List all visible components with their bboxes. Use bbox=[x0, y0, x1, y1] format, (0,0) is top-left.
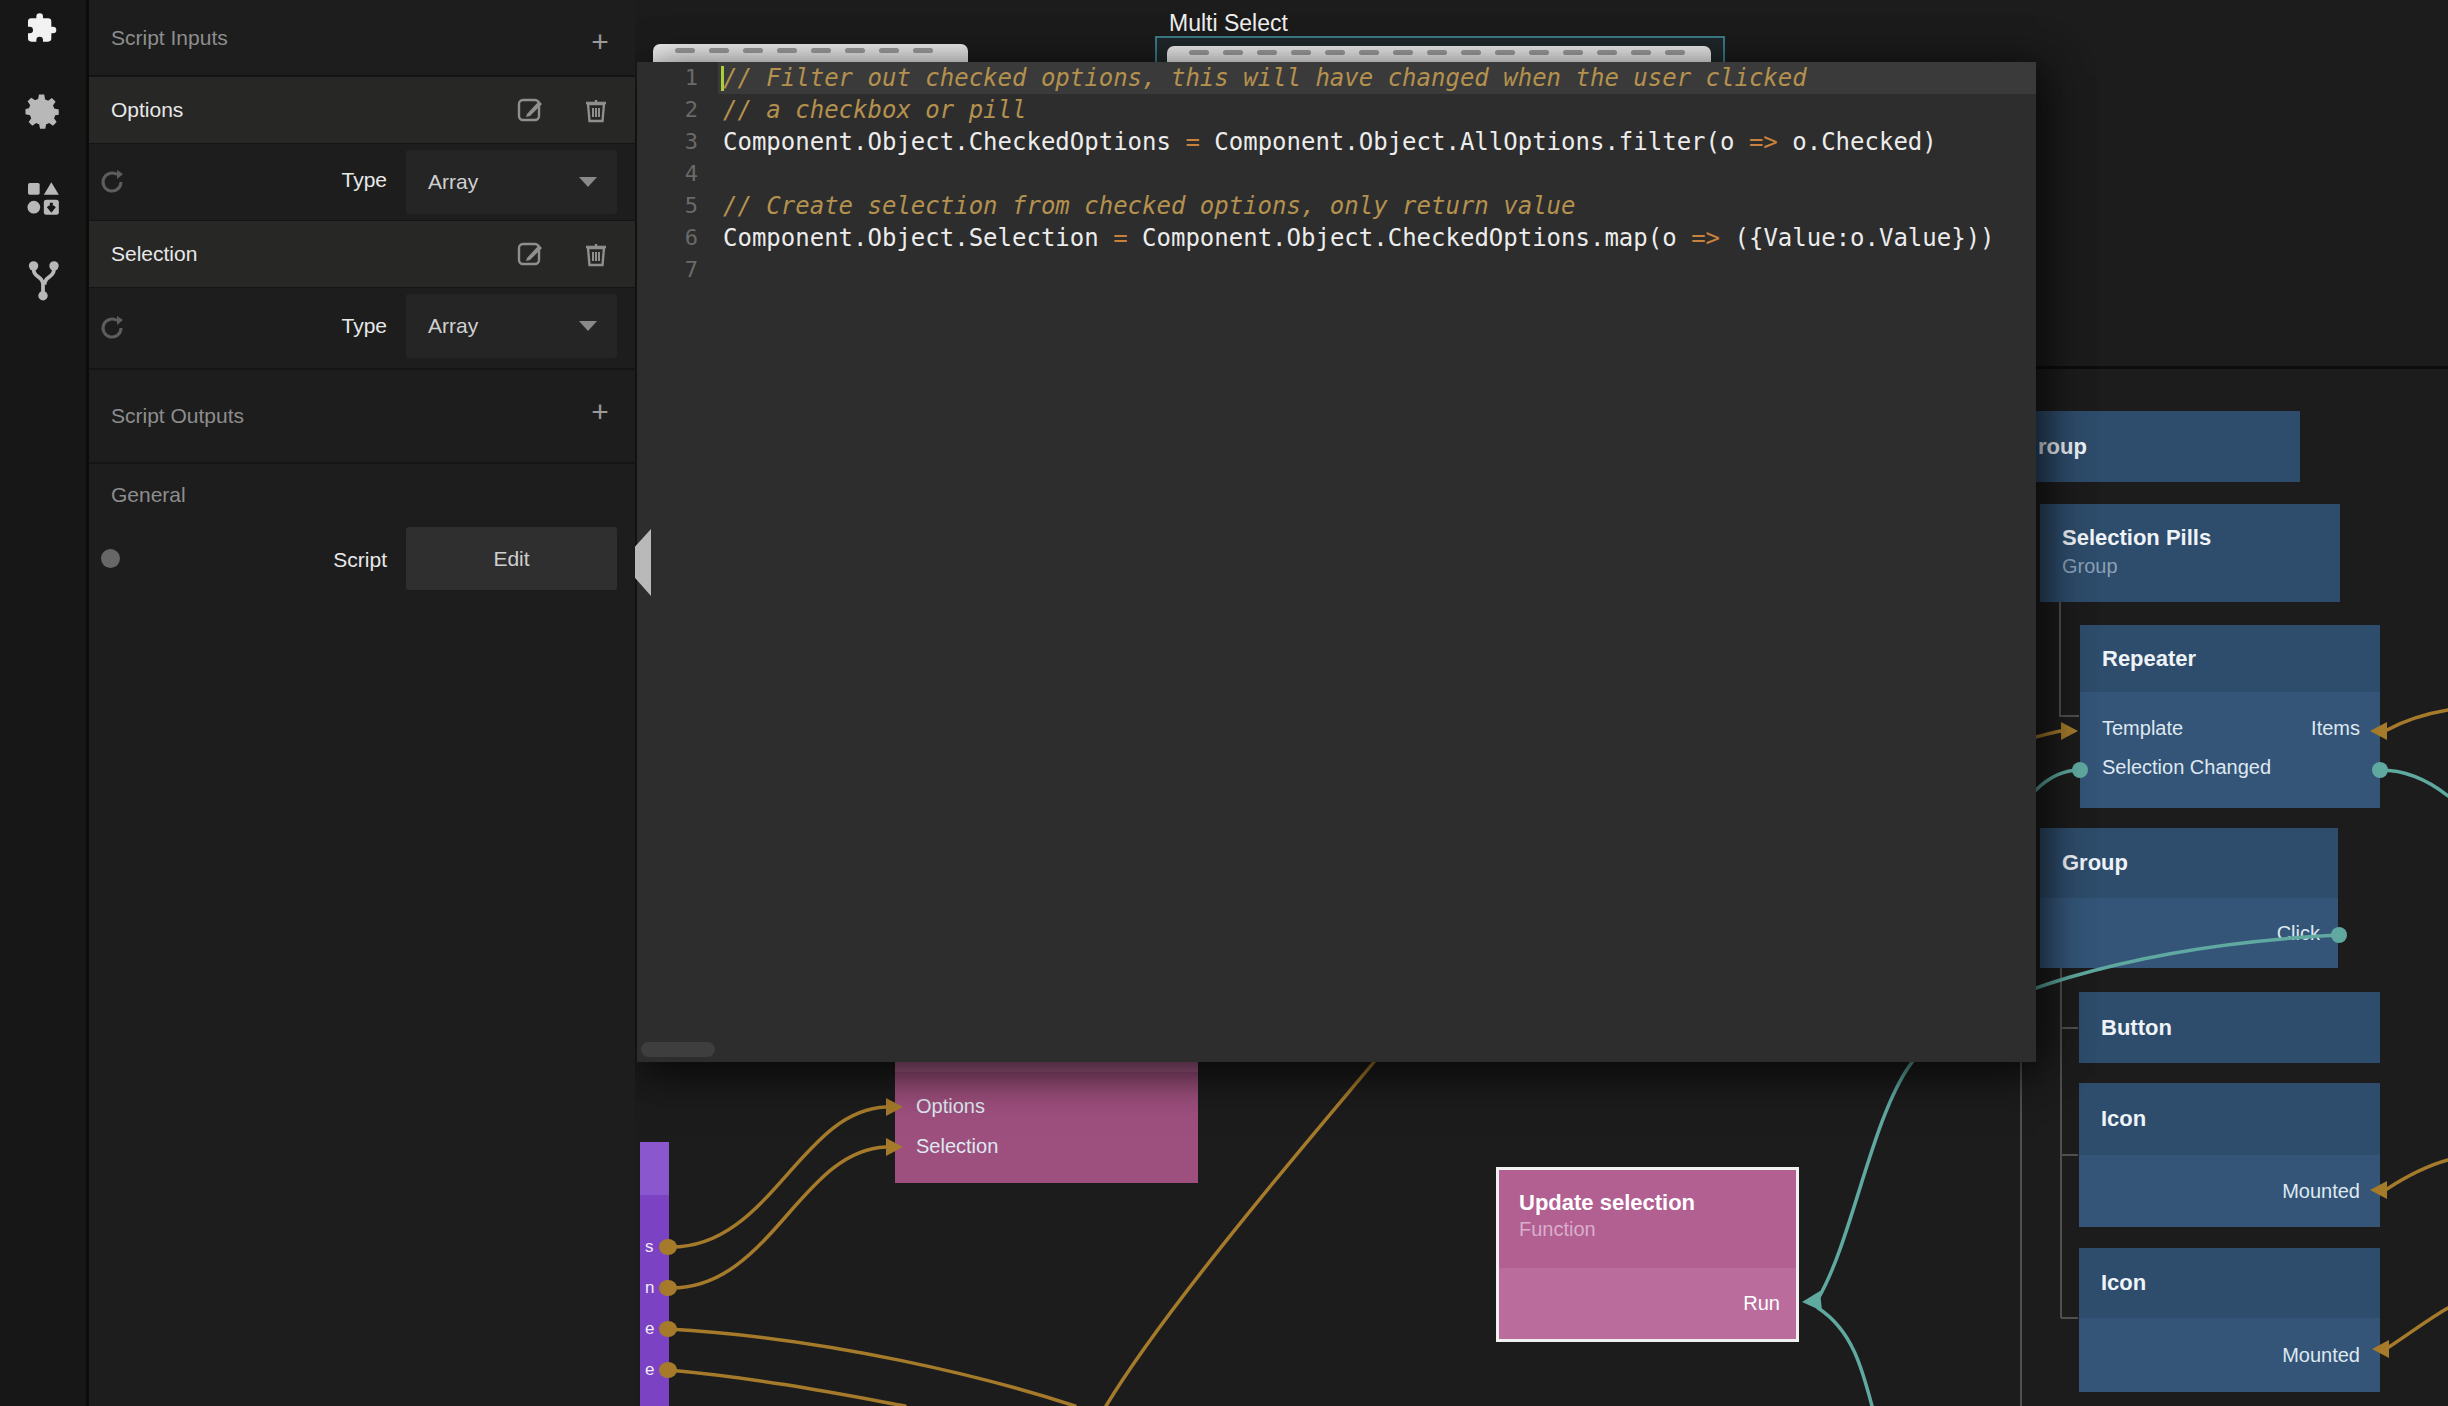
general-header: General bbox=[89, 464, 635, 526]
type-row-options: Type Array bbox=[89, 144, 635, 220]
assets-tab-button[interactable] bbox=[0, 168, 86, 228]
type-label: Type bbox=[341, 168, 387, 192]
type-row-selection: Type Array bbox=[89, 288, 635, 366]
type-dropdown-options[interactable]: Array bbox=[406, 150, 617, 214]
script-inputs-title: Script Inputs bbox=[111, 26, 228, 50]
rename-icon[interactable] bbox=[517, 240, 545, 268]
script-label: Script bbox=[333, 548, 387, 572]
version-control-icon bbox=[24, 258, 62, 302]
input-row-selection[interactable]: Selection bbox=[89, 221, 635, 287]
add-script-output-button[interactable]: + bbox=[585, 399, 615, 429]
components-icon bbox=[23, 178, 63, 218]
reset-icon[interactable] bbox=[99, 314, 127, 342]
chevron-down-icon bbox=[579, 321, 597, 331]
add-script-input-button[interactable]: + bbox=[585, 29, 615, 59]
reset-icon[interactable] bbox=[99, 168, 127, 196]
components-tab-button[interactable] bbox=[0, 0, 86, 60]
script-row: Script Edit bbox=[89, 526, 635, 600]
delete-icon[interactable] bbox=[583, 96, 609, 124]
gutter: 1234567 bbox=[637, 62, 718, 286]
version-control-tab-button[interactable] bbox=[0, 250, 86, 310]
puzzle-icon bbox=[23, 10, 63, 50]
type-label: Type bbox=[341, 314, 387, 338]
edit-button-label: Edit bbox=[493, 547, 529, 571]
side-toolbar bbox=[0, 0, 89, 1406]
dropdown-value: Array bbox=[428, 170, 579, 194]
general-title: General bbox=[111, 483, 186, 507]
connection-dot[interactable] bbox=[101, 549, 120, 568]
noodl-editor-window: Multi Select roup Selection Pills Group … bbox=[0, 0, 2448, 1406]
input-name-label: Selection bbox=[111, 242, 197, 266]
code-lines[interactable]: // Filter out checked options, this will… bbox=[723, 62, 2036, 286]
input-row-options[interactable]: Options bbox=[89, 77, 635, 143]
gear-icon bbox=[22, 91, 64, 133]
edit-script-button[interactable]: Edit bbox=[406, 527, 617, 590]
rename-icon[interactable] bbox=[517, 96, 545, 124]
delete-icon[interactable] bbox=[583, 240, 609, 268]
settings-tab-button[interactable] bbox=[0, 82, 86, 142]
script-editor[interactable]: 1234567 // Filter out checked options, t… bbox=[637, 62, 2036, 1062]
input-name-label: Options bbox=[111, 98, 183, 122]
chevron-down-icon bbox=[579, 177, 597, 187]
script-outputs-header: Script Outputs bbox=[89, 370, 635, 462]
type-dropdown-selection[interactable]: Array bbox=[406, 294, 617, 358]
script-inputs-header: Script Inputs bbox=[89, 0, 635, 76]
dropdown-value: Array bbox=[428, 314, 579, 338]
script-outputs-title: Script Outputs bbox=[111, 404, 244, 428]
horizontal-scrollbar-thumb[interactable] bbox=[641, 1042, 715, 1057]
properties-panel: Script Inputs + Options Type Arr bbox=[89, 0, 635, 1406]
